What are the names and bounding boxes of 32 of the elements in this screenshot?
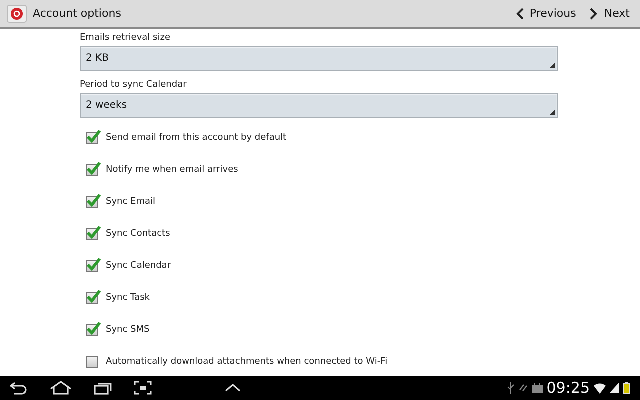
signal-icon: [610, 383, 619, 393]
option-label: Sync SMS: [106, 325, 150, 335]
clock-time: 09:25: [546, 379, 590, 397]
caret-up-icon[interactable]: [225, 384, 241, 392]
wifi-icon: [594, 382, 606, 394]
briefcase-icon: [532, 383, 543, 393]
previous-button[interactable]: Previous: [512, 7, 580, 20]
usb-icon: [506, 382, 515, 394]
field-label: Period to sync Calendar: [80, 80, 187, 90]
corner-triangle-icon: [550, 110, 555, 115]
option-label: Automatically download attachments when connected to Wi-Fi: [106, 357, 388, 367]
email-app-icon: [7, 4, 27, 22]
back-icon[interactable]: [10, 381, 28, 395]
chevron-left-icon: [516, 8, 524, 20]
checkbox[interactable]: [86, 356, 98, 368]
dropdown-field[interactable]: 2 KB: [80, 46, 558, 71]
option-label: Send email from this account by default: [106, 133, 287, 143]
field-label: Emails retrieval size: [80, 33, 170, 43]
home-icon[interactable]: [50, 381, 72, 395]
option-label: Sync Task: [106, 293, 150, 303]
option-label: Sync Contacts: [106, 229, 170, 239]
chevron-right-icon: [590, 8, 598, 20]
dropdown-field[interactable]: 2 weeks: [80, 93, 558, 118]
screenshot-icon[interactable]: [134, 381, 152, 395]
screen-title: Account options: [33, 7, 122, 20]
recent-apps-icon[interactable]: [94, 381, 112, 395]
next-button[interactable]: Next: [586, 7, 634, 20]
corner-triangle-icon: [550, 63, 555, 68]
battery-icon: [623, 382, 630, 394]
option-label: Notify me when email arrives: [106, 165, 238, 175]
option-label: Sync Email: [106, 197, 156, 207]
option-label: Sync Calendar: [106, 261, 172, 271]
